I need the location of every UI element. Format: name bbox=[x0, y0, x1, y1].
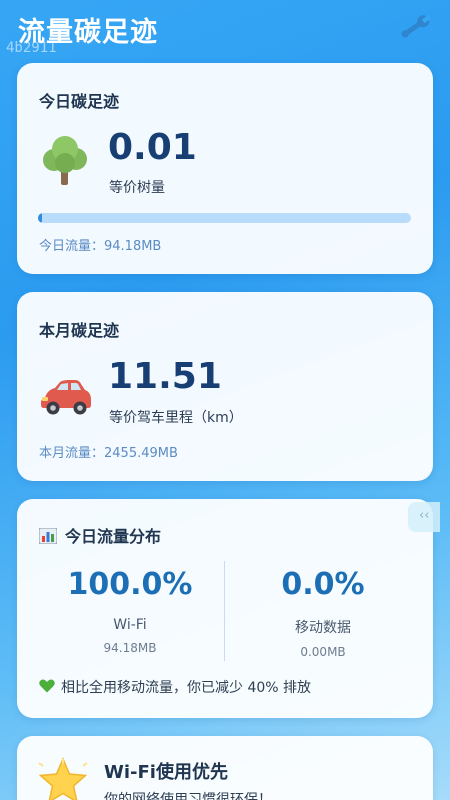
wifi-size: 94.18MB bbox=[103, 641, 157, 655]
wifi-tip-desc: 你的网络使用习惯很环保！ bbox=[104, 792, 272, 800]
wifi-tip-card: Wi-Fi使用优先 你的网络使用习惯很环保！ bbox=[17, 736, 433, 800]
savings-note: 相比全用移动流量，你已减少 40% 排放 bbox=[61, 680, 312, 696]
wifi-share-column: 100.0% Wi-Fi 94.18MB bbox=[30, 565, 230, 655]
today-progress-bar bbox=[38, 213, 411, 223]
mobile-percent: 0.0% bbox=[281, 567, 365, 602]
today-usage-label: 今日流量：94.18MB bbox=[39, 239, 162, 254]
mobile-label: 移动数据 bbox=[295, 620, 351, 636]
wifi-label: Wi-Fi bbox=[113, 617, 147, 633]
month-usage-label: 本月流量：2455.49MB bbox=[39, 446, 178, 461]
month-equiv-label: 等价驾车里程（km） bbox=[109, 410, 243, 426]
today-progress-fill bbox=[38, 213, 42, 223]
traffic-distribution-card: 今日流量分布 100.0% Wi-Fi 94.18MB 0.0% 移动数据 0.… bbox=[17, 499, 433, 718]
distribution-title: 今日流量分布 bbox=[65, 527, 162, 546]
today-carbon-card: 今日碳足迹 0.01 等价树量 今日流量：94.18MB bbox=[17, 63, 433, 274]
savings-note-row: 相比全用移动流量，你已减少 40% 排放 bbox=[39, 677, 311, 697]
today-card-title: 今日碳足迹 bbox=[39, 92, 120, 111]
mobile-share-column: 0.0% 移动数据 0.00MB bbox=[223, 565, 423, 659]
wifi-tip-title: Wi-Fi使用优先 bbox=[104, 762, 228, 783]
green-heart-icon bbox=[39, 679, 55, 693]
mobile-size: 0.00MB bbox=[300, 645, 346, 659]
app-header: 流量碳足迹 4b2911 bbox=[0, 0, 450, 62]
month-carbon-value: 11.51 bbox=[108, 356, 222, 397]
settings-button[interactable] bbox=[398, 12, 432, 42]
car-icon bbox=[41, 380, 91, 415]
side-drawer-handle[interactable]: ‹‹ bbox=[408, 502, 440, 532]
distribution-title-row: 今日流量分布 bbox=[39, 523, 161, 547]
watermark-label: 4b2911 bbox=[6, 40, 57, 56]
star-icon bbox=[38, 757, 88, 800]
month-card-title: 本月碳足迹 bbox=[39, 321, 120, 340]
today-carbon-value: 0.01 bbox=[108, 127, 197, 168]
month-carbon-card: 本月碳足迹 11.51 等价驾车里程（km） 本月流量：2455.49MB bbox=[17, 292, 433, 481]
wifi-percent: 100.0% bbox=[67, 567, 193, 602]
today-equiv-label: 等价树量 bbox=[109, 180, 165, 196]
tree-icon bbox=[43, 136, 87, 185]
wrench-icon bbox=[401, 14, 432, 38]
bar-chart-icon bbox=[39, 528, 57, 544]
side-handle-label: ‹‹ bbox=[419, 508, 430, 523]
